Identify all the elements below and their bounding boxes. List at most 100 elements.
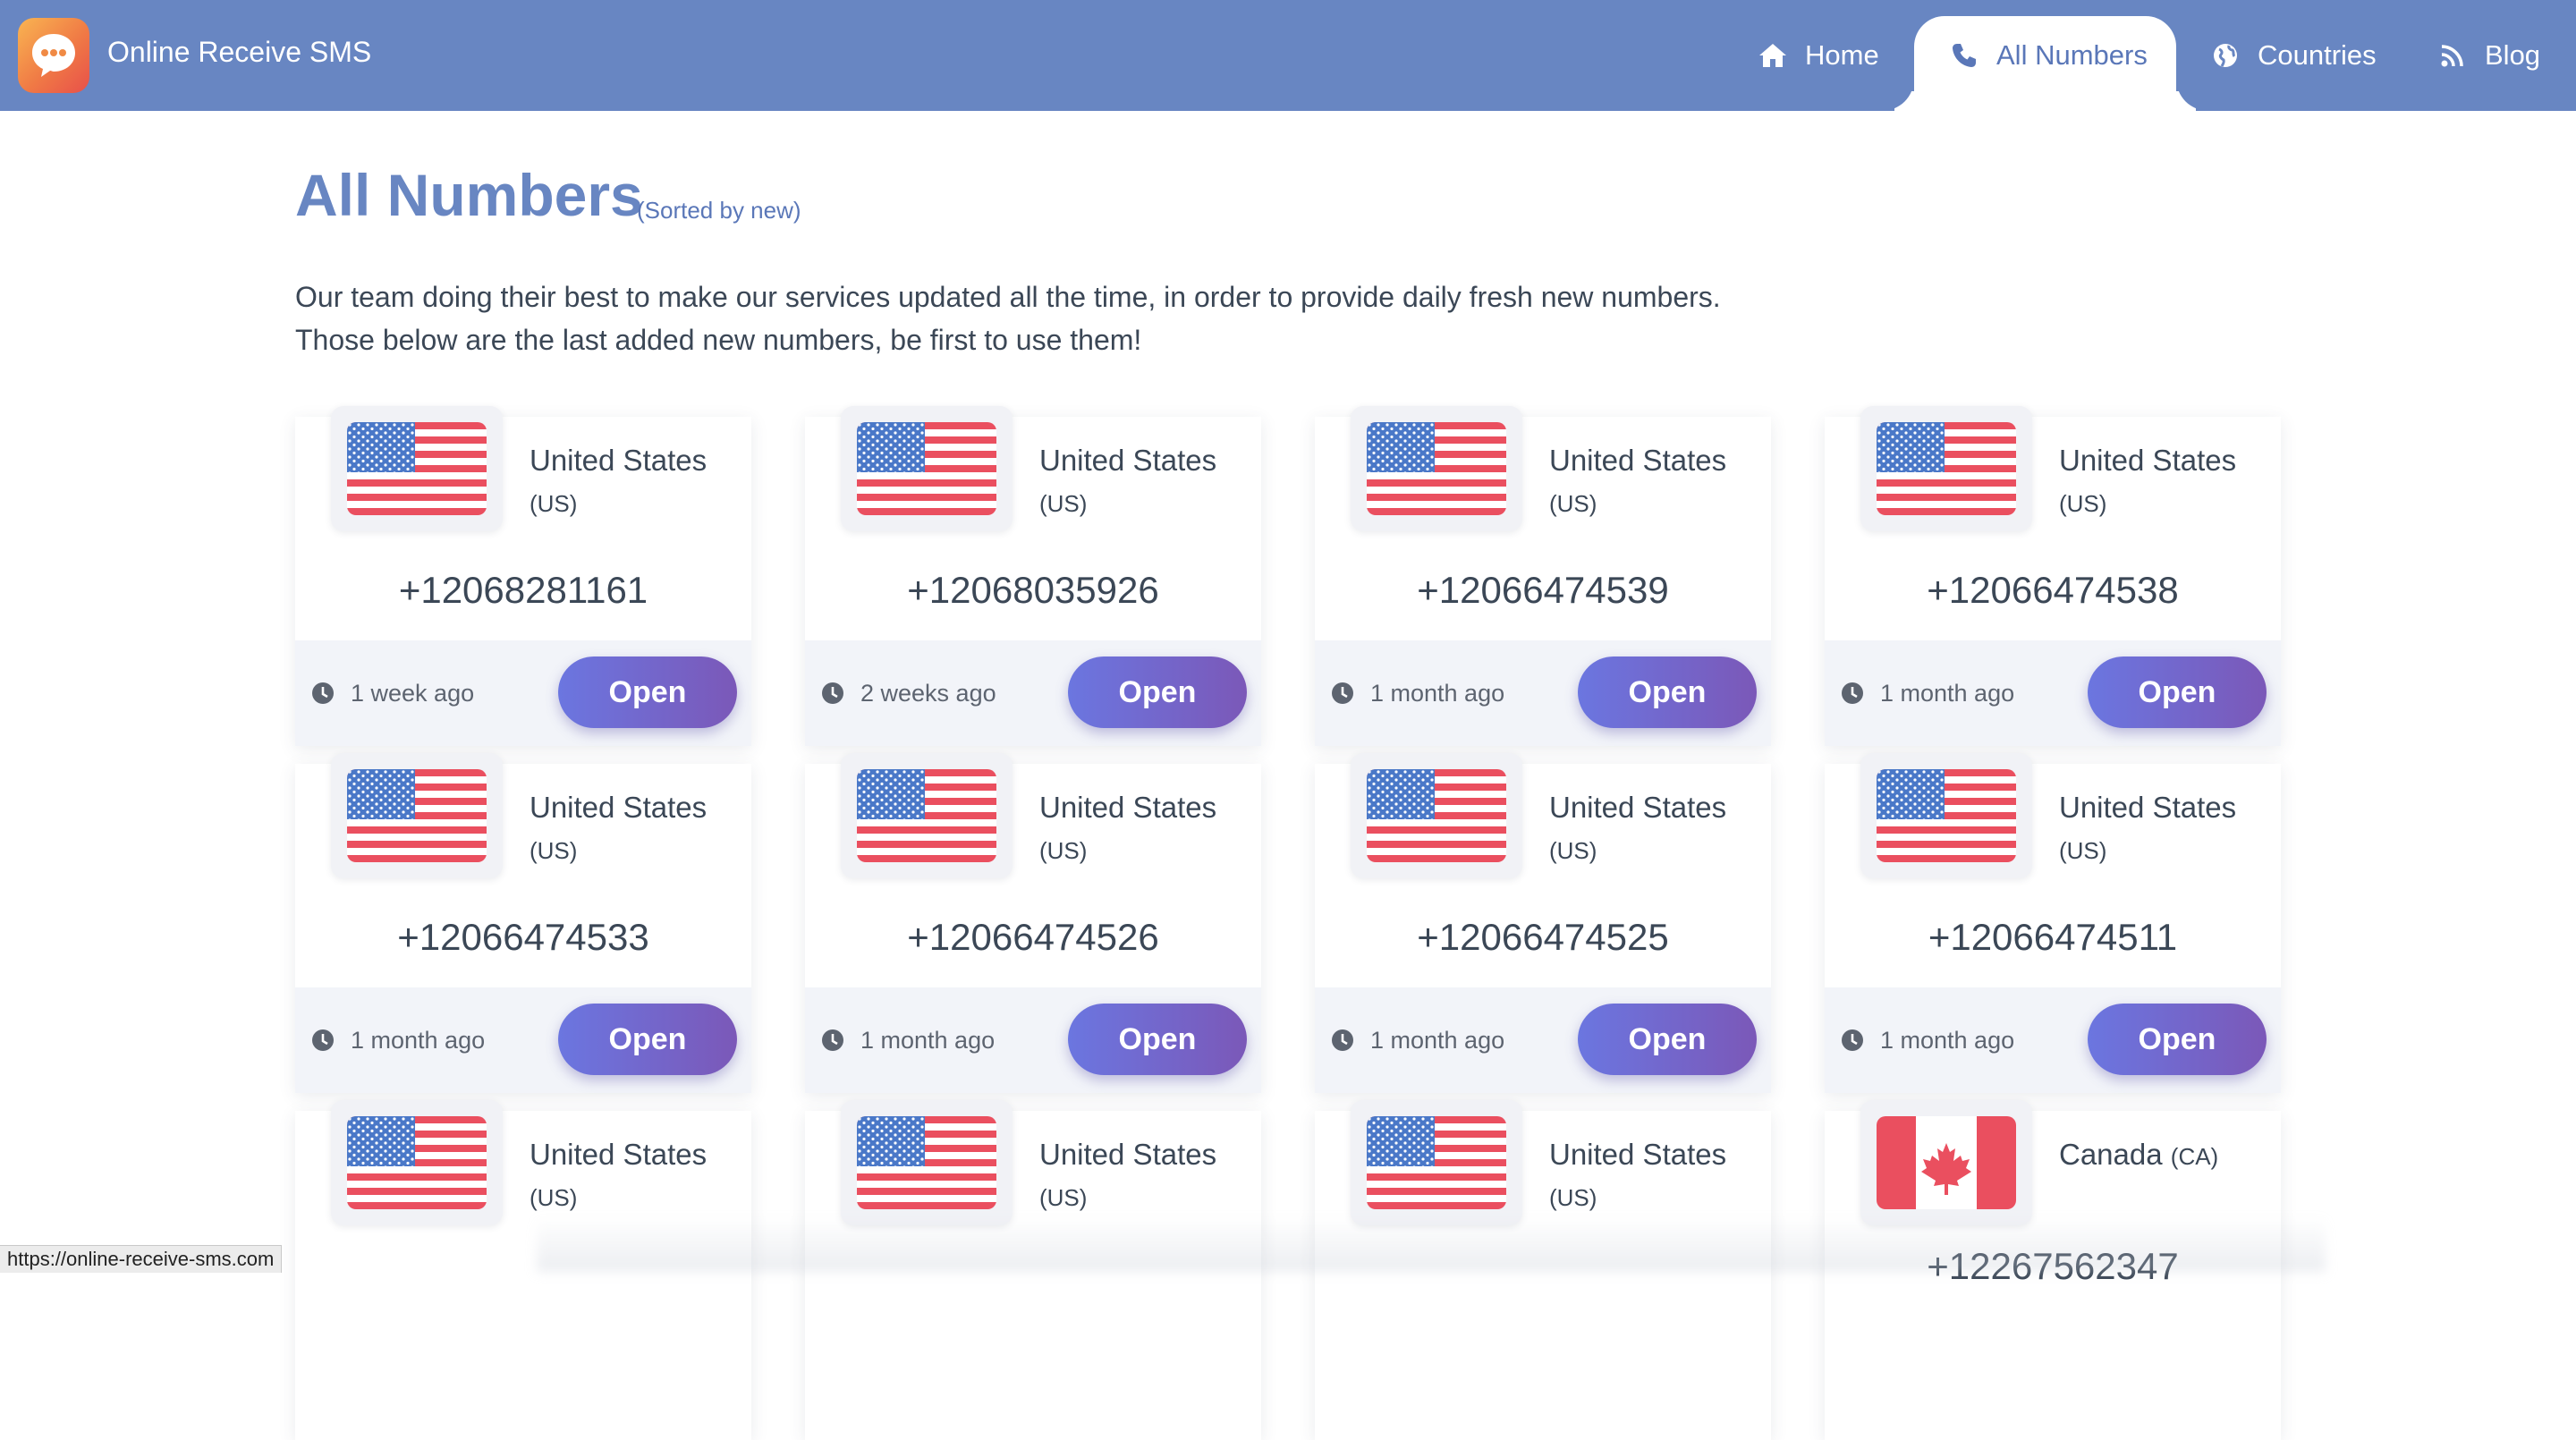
flag-box <box>331 1100 503 1225</box>
phone-number[interactable]: +12066474511 <box>1825 916 2281 959</box>
flag-box <box>1351 406 1522 531</box>
country-name: United States <box>2059 791 2237 824</box>
clock-icon <box>1332 1029 1353 1051</box>
card-footer: 1 month ago Open <box>295 987 751 1093</box>
country-code: (US) <box>530 837 578 864</box>
card-footer: 1 month ago Open <box>805 987 1261 1093</box>
top-navbar: Online Receive SMS Home All Numbers Coun… <box>0 0 2576 111</box>
number-card: United States (US) <box>1315 1100 1771 1440</box>
country-name: United States <box>1039 444 1217 477</box>
flag-box <box>1351 1100 1522 1225</box>
number-card: United States (US) +12066474525 1 month … <box>1315 753 1771 1093</box>
open-button[interactable]: Open <box>558 1004 737 1075</box>
added-time: 1 month ago <box>1370 1027 1505 1054</box>
number-card: United States (US) +12066474538 1 month … <box>1825 406 2281 746</box>
number-card: United States (US) +12066474533 1 month … <box>295 753 751 1093</box>
nav-all-numbers[interactable]: All Numbers <box>1946 0 2148 111</box>
phone-number[interactable]: +12068281161 <box>295 569 751 612</box>
nav-blog[interactable]: Blog <box>2435 0 2540 111</box>
country-code: (US) <box>1039 1184 1088 1211</box>
added-time: 1 month ago <box>1370 680 1505 707</box>
added-time: 1 month ago <box>860 1027 996 1054</box>
flag-box <box>1860 753 2032 878</box>
clock-icon <box>312 682 334 704</box>
country-name: United States <box>1039 791 1217 824</box>
country-name: United States <box>530 1138 708 1171</box>
phone-number[interactable]: +12068035926 <box>805 569 1261 612</box>
us-flag-icon <box>1367 422 1506 515</box>
nav-countries[interactable]: Countries <box>2207 0 2377 111</box>
added-time: 1 month ago <box>351 1027 486 1054</box>
country-code: (US) <box>1549 837 1597 864</box>
open-button[interactable]: Open <box>2088 1004 2267 1075</box>
added-time: 1 month ago <box>1880 1027 2015 1054</box>
number-card: United States (US) +12068281161 1 week a… <box>295 406 751 746</box>
open-button[interactable]: Open <box>1068 1004 1247 1075</box>
phone-number[interactable]: +12066474525 <box>1315 916 1771 959</box>
sorted-note: (Sorted by new) <box>637 197 801 224</box>
country-code: (CA) <box>2170 1143 2219 1170</box>
open-button[interactable]: Open <box>1578 656 1757 728</box>
country-code: (US) <box>1039 490 1088 517</box>
globe-icon <box>2207 38 2243 73</box>
intro-line-1: Our team doing their best to make our se… <box>295 281 1721 313</box>
clock-icon <box>1842 1029 1863 1051</box>
added-time: 1 month ago <box>1880 680 2015 707</box>
clock-icon <box>822 682 843 704</box>
card-footer: 1 month ago Open <box>1315 640 1771 746</box>
site-brand[interactable]: Online Receive SMS <box>107 36 371 69</box>
logo-icon[interactable] <box>18 18 89 93</box>
status-bar-url: https://online-receive-sms.com <box>0 1245 283 1273</box>
flag-box <box>841 1100 1013 1225</box>
us-flag-icon <box>1877 422 2016 515</box>
card-footer: 2 weeks ago Open <box>805 640 1261 746</box>
clock-icon <box>312 1029 334 1051</box>
flag-box <box>1860 1100 2032 1225</box>
open-button[interactable]: Open <box>558 656 737 728</box>
clock-icon <box>822 1029 843 1051</box>
intro-text: Our team doing their best to make our se… <box>295 275 1721 361</box>
page-title: All Numbers <box>295 162 643 228</box>
intro-line-2: Those below are the last added new numbe… <box>295 324 1142 356</box>
country-code: (US) <box>1549 1184 1597 1211</box>
open-button[interactable]: Open <box>2088 656 2267 728</box>
us-flag-icon <box>1877 769 2016 862</box>
open-button[interactable]: Open <box>1578 1004 1757 1075</box>
nav-home[interactable]: Home <box>1755 0 1879 111</box>
flag-box <box>331 753 503 878</box>
country-code: (US) <box>1549 490 1597 517</box>
country-name: United States <box>530 791 708 824</box>
country-code: (US) <box>530 490 578 517</box>
nav-home-label: Home <box>1805 39 1879 71</box>
number-card: United States (US) +12068035926 2 weeks … <box>805 406 1261 746</box>
rss-icon <box>2435 38 2470 73</box>
phone-number[interactable]: +12066474533 <box>295 916 751 959</box>
card-footer: 1 month ago Open <box>1825 640 2281 746</box>
number-card: United States (US) <box>295 1100 751 1440</box>
country-name: United States <box>2059 444 2237 477</box>
home-icon <box>1755 38 1791 73</box>
open-button[interactable]: Open <box>1068 656 1247 728</box>
added-time: 2 weeks ago <box>860 680 996 707</box>
flag-box <box>331 406 503 531</box>
nav-countries-label: Countries <box>2258 39 2377 71</box>
number-card: United States (US) +12066474526 1 month … <box>805 753 1261 1093</box>
country-code: (US) <box>2059 837 2107 864</box>
phone-number[interactable]: +12066474526 <box>805 916 1261 959</box>
us-flag-icon <box>857 769 996 862</box>
card-footer: 1 month ago Open <box>1315 987 1771 1093</box>
country-name: United States <box>1549 1138 1727 1171</box>
number-card: United States (US) <box>805 1100 1261 1440</box>
ca-flag-icon <box>1877 1116 2016 1209</box>
country-code: (US) <box>1039 837 1088 864</box>
us-flag-icon <box>347 769 487 862</box>
card-footer: 1 week ago Open <box>295 640 751 746</box>
flag-box <box>1860 406 2032 531</box>
phone-number[interactable]: +12066474538 <box>1825 569 2281 612</box>
country-name: United States <box>1549 791 1727 824</box>
nav-blog-label: Blog <box>2485 39 2541 71</box>
us-flag-icon <box>347 1116 487 1209</box>
flag-box <box>841 753 1013 878</box>
phone-number[interactable]: +12066474539 <box>1315 569 1771 612</box>
flag-box <box>1351 753 1522 878</box>
